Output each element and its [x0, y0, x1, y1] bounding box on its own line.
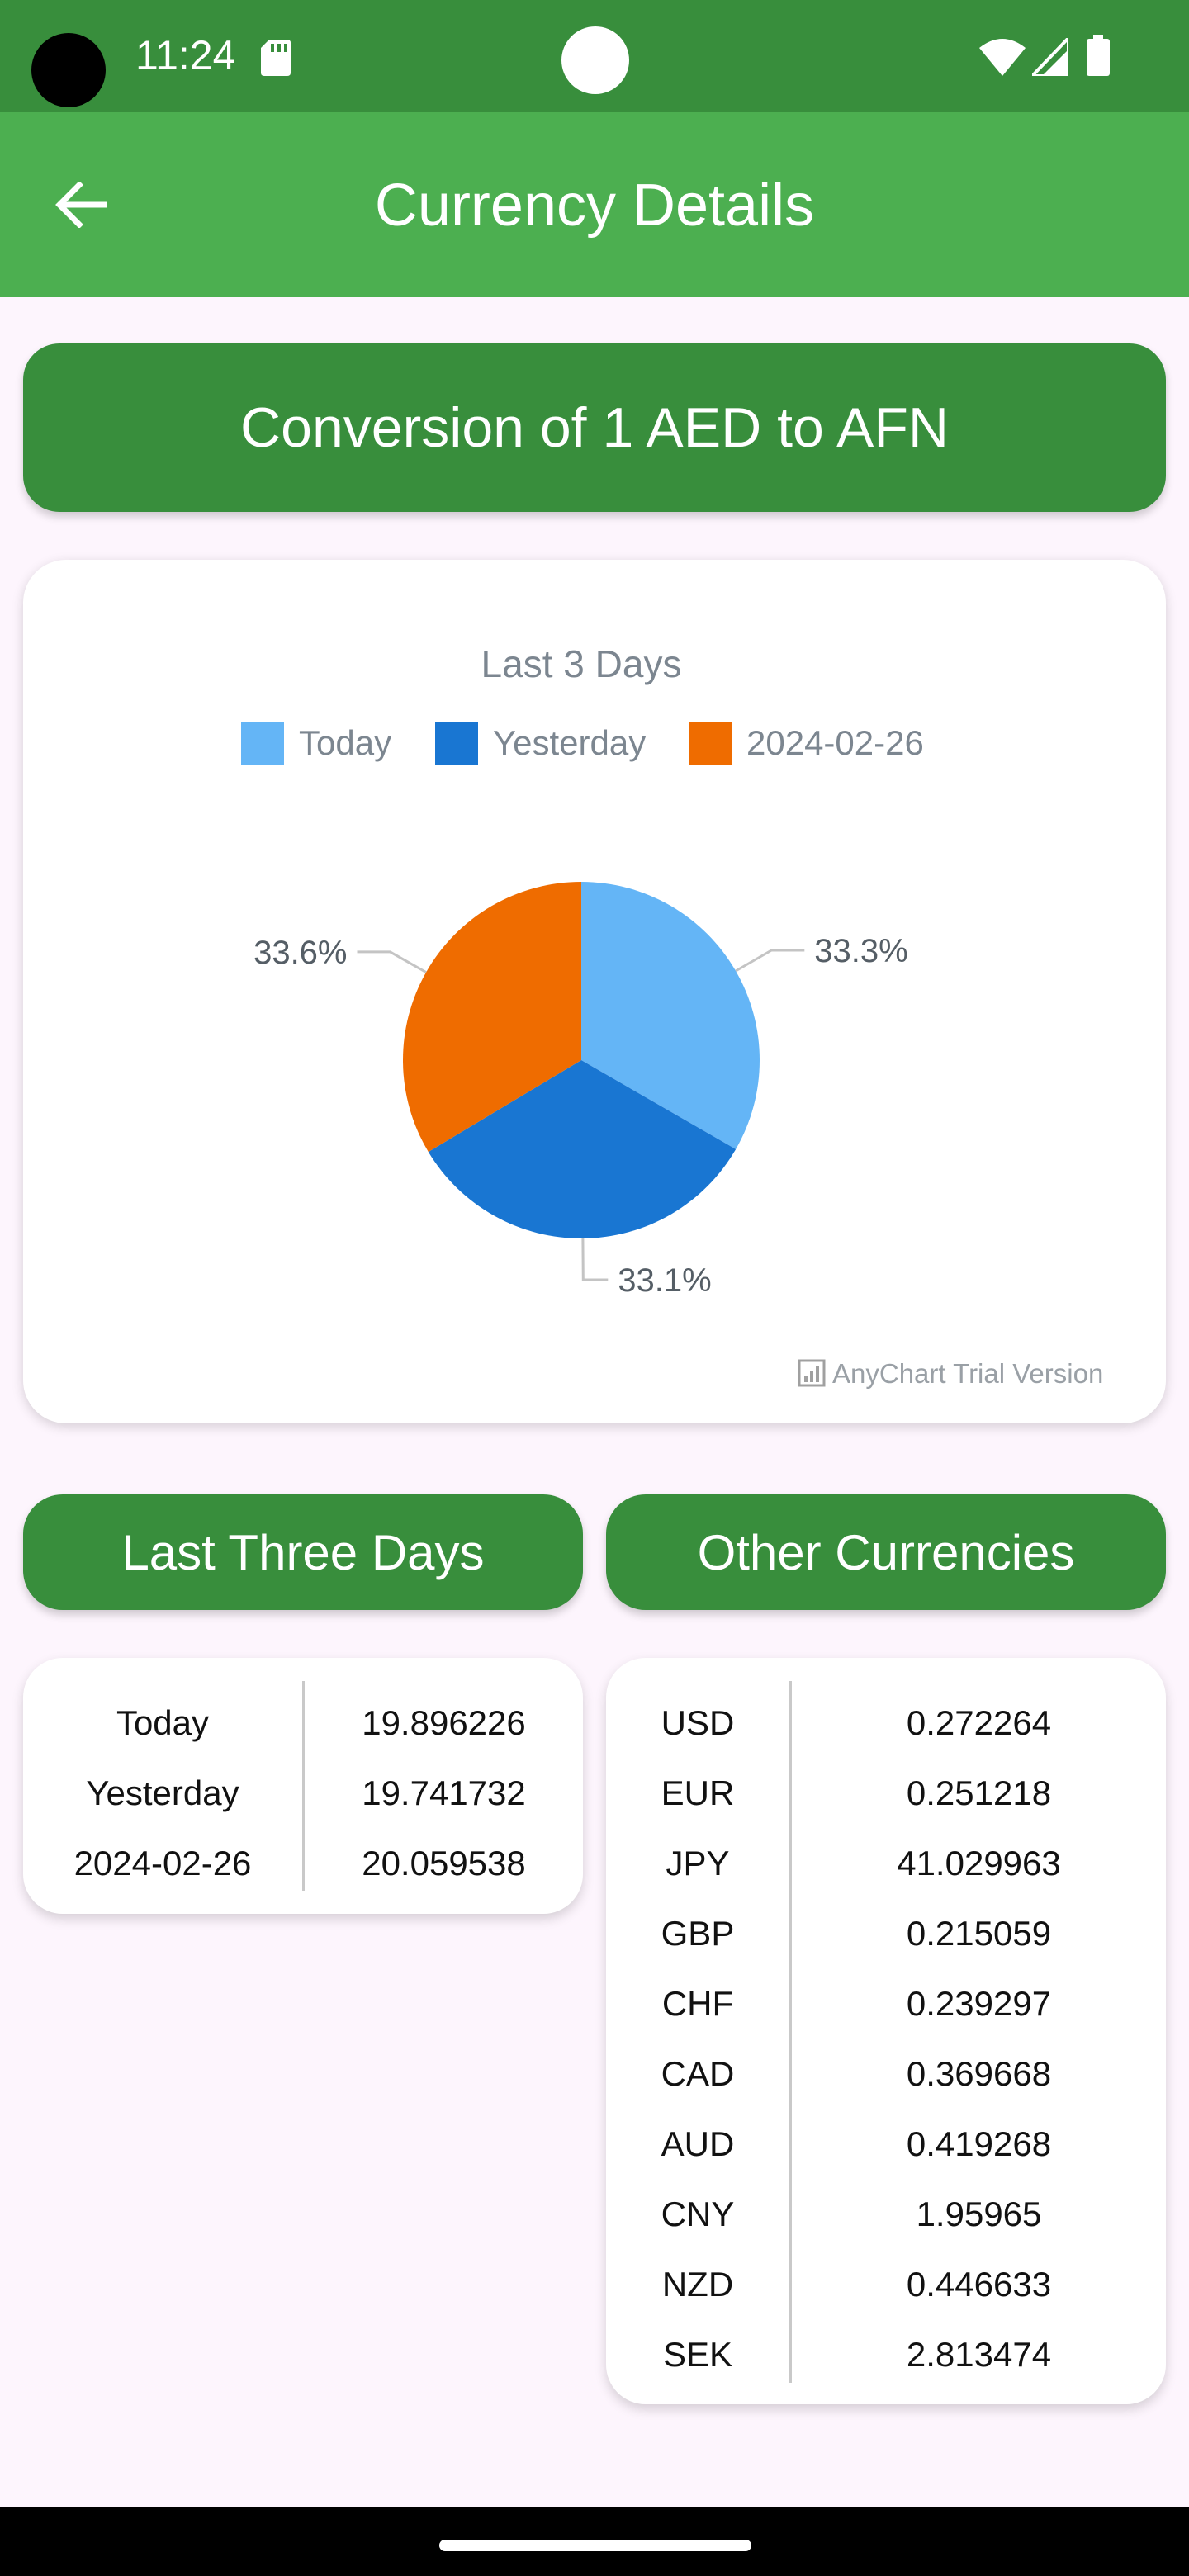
legend-label: Yesterday [493, 723, 646, 762]
last-three-days-table: Today 19.896226 Yesterday 19.741732 2024… [23, 1658, 583, 1914]
front-camera [561, 26, 629, 94]
currency-code: CAD [661, 2053, 735, 2093]
last-three-days-button[interactable]: Last Three Days [23, 1494, 583, 1610]
slice-percent-label: 33.3% [814, 933, 907, 969]
chart-legend: Today Yesterday 2024-02-26 [241, 722, 924, 765]
currency-value: 41.029963 [897, 1843, 1061, 1882]
currency-value: 0.239297 [906, 1983, 1052, 2023]
other-currencies-table: USD 0.272264 EUR 0.251218 JPY 41.029963 … [606, 1658, 1166, 2404]
app-bar: Currency Details [0, 112, 1189, 297]
table-row: SEK 2.813474 [606, 2319, 1166, 2389]
legend-item[interactable]: Today [241, 722, 391, 765]
table-row: AUD 0.419268 [606, 2109, 1166, 2179]
legend-swatch [435, 722, 478, 765]
wifi-icon [979, 39, 1026, 76]
chart-card: Last 3 Days Today Yesterday 2024-02-26 33.… [23, 560, 1166, 1423]
legend-item[interactable]: 2024-02-26 [689, 722, 924, 765]
camera-cutout [31, 33, 106, 107]
table-row: CNY 1.95965 [606, 2179, 1166, 2249]
legend-swatch [689, 722, 732, 765]
currency-code: EUR [661, 1773, 735, 1812]
legend-item[interactable]: Yesterday [435, 722, 646, 765]
currency-value: 0.419268 [906, 2124, 1052, 2163]
day-value: 19.896226 [362, 1702, 526, 1742]
table-row: USD 0.272264 [606, 1688, 1166, 1758]
currency-value: 0.215059 [906, 1913, 1052, 1953]
table-row: EUR 0.251218 [606, 1758, 1166, 1828]
currency-code: CNY [661, 2194, 735, 2233]
currency-code: AUD [661, 2124, 735, 2163]
slice-percent-label: 33.1% [618, 1262, 711, 1299]
label-connector [357, 950, 427, 973]
table-row: JPY 41.029963 [606, 1828, 1166, 1898]
currency-value: 2.813474 [906, 2334, 1052, 2374]
currency-code: NZD [661, 2264, 734, 2304]
currency-code: CHF [661, 1983, 734, 2023]
currency-code: USD [661, 1702, 735, 1742]
watermark-text: AnyChart Trial Version [832, 1358, 1103, 1389]
currency-value: 0.272264 [906, 1702, 1052, 1742]
day-label: 2024-02-26 [73, 1843, 252, 1882]
table-row: Today 19.896226 [23, 1688, 583, 1758]
navigation-bar [0, 2507, 1189, 2576]
table-row: 2024-02-26 20.059538 [23, 1828, 583, 1898]
currency-value: 0.369668 [906, 2053, 1052, 2093]
home-indicator[interactable] [439, 2540, 751, 2551]
label-connector [581, 1238, 609, 1281]
table-row: Yesterday 19.741732 [23, 1758, 583, 1828]
pie-slices [403, 882, 760, 1238]
slice-percent-label: 33.6% [253, 935, 347, 971]
sd-card-icon [261, 40, 291, 76]
other-currencies-button[interactable]: Other Currencies [606, 1494, 1166, 1610]
signal-icon [1032, 38, 1068, 76]
status-bar: 11:24 [0, 0, 1189, 112]
currency-value: 1.95965 [916, 2194, 1042, 2233]
legend-label: 2024-02-26 [746, 723, 924, 762]
table-row: GBP 0.215059 [606, 1898, 1166, 1968]
chart-icon [798, 1359, 826, 1387]
day-value: 20.059538 [362, 1843, 526, 1882]
legend-swatch [241, 722, 284, 765]
battery-icon [1087, 35, 1110, 76]
chart-title: Last 3 Days [481, 642, 682, 685]
day-value: 19.741732 [362, 1773, 526, 1812]
currency-value: 0.446633 [906, 2264, 1052, 2304]
status-time: 11:24 [135, 32, 236, 78]
conversion-banner: Conversion of 1 AED to AFN [23, 343, 1166, 512]
day-label: Yesterday [86, 1773, 239, 1812]
table-row: CHF 0.239297 [606, 1968, 1166, 2039]
day-label: Today [116, 1702, 210, 1742]
currency-value: 0.251218 [906, 1773, 1052, 1812]
pie-chart: Last 3 Days Today Yesterday 2024-02-26 33.… [241, 642, 1103, 1389]
currency-code: GBP [661, 1913, 735, 1953]
currency-code: JPY [666, 1843, 730, 1882]
legend-label: Today [299, 723, 391, 762]
watermark: AnyChart Trial Version [798, 1358, 1103, 1389]
page-title: Currency Details [374, 173, 815, 239]
table-row: CAD 0.369668 [606, 2039, 1166, 2109]
label-connector [735, 949, 805, 973]
currency-code: SEK [662, 2334, 733, 2374]
table-row: NZD 0.446633 [606, 2249, 1166, 2319]
